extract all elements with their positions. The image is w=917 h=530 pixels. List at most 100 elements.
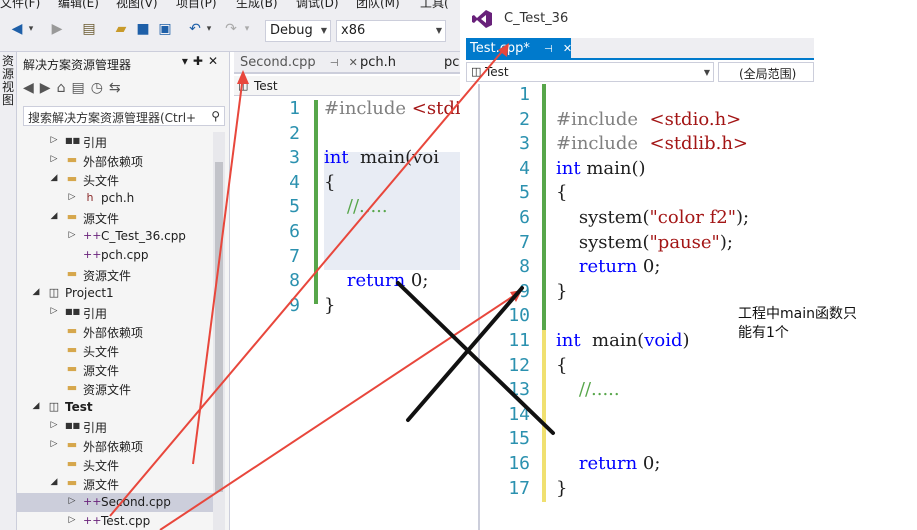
switch-views-icon[interactable]: ▤ [71,80,90,96]
tree-item[interactable]: ▷ ++ C_Test_36.cpp [17,227,213,246]
menu-file[interactable]: 文件(F) [0,0,40,11]
editor-tab-strip: Second.cpp ⊣ ✕ pch.h pcl [234,52,460,74]
code-line: //..... [556,379,620,401]
global-scope-select[interactable]: (全局范围) [718,62,814,82]
window-title: C_Test_36 [504,11,569,26]
collapse-arrow-icon[interactable]: ◢ [49,211,59,221]
back-dropdown-icon[interactable]: ▾ [22,20,40,38]
tab-pch-h[interactable]: pch.h [360,55,396,70]
save-all-icon[interactable]: ▣ [156,20,174,38]
open-folder-icon[interactable]: ▰ [112,20,130,38]
code-line: system("color f2"); [556,207,750,228]
menu-team[interactable]: 团队(M) [356,0,400,11]
tree-item[interactable]: ◢ ◫ Test [17,398,213,417]
save-icon[interactable]: ■ [134,20,152,38]
line-number: 7 [519,231,530,253]
tree-item-label: Project1 [65,286,114,300]
tree-item[interactable]: ▬ 外部依赖项 [17,322,213,341]
collapse-arrow-icon[interactable]: ◢ [49,173,59,183]
resource-view-tab[interactable]: 资源视图 [0,52,17,530]
menu-edit[interactable]: 编辑(E) [58,0,99,11]
line-number: 9 [519,280,530,302]
project-icon: ◫ [471,65,482,78]
tree-item[interactable]: ++ pch.cpp [17,246,213,265]
close-icon[interactable]: ✕ [563,42,572,55]
tree-item-label: 外部依赖项 [83,155,144,169]
explorer-search-input[interactable]: 搜索解决方案资源管理器(Ctrl+ ⚲ [23,106,225,126]
config-select[interactable]: Debug ▼ [265,20,331,42]
expand-arrow-icon[interactable]: ▷ [67,496,77,506]
tree-item[interactable]: ▬ 资源文件 [17,379,213,398]
code-line: //..... [324,196,388,218]
menu-project[interactable]: 项目(P) [176,0,217,11]
menu-tools[interactable]: 工具( [420,0,449,11]
line-number: 5 [519,182,530,204]
expand-arrow-icon[interactable]: ▷ [49,420,59,430]
tree-item[interactable]: ▬ 头文件 [17,341,213,360]
folder-icon: ▬ [66,457,78,470]
project-scope-select[interactable]: ◫ Test ▼ [466,62,714,82]
code-line: int main(voi [324,147,439,169]
tree-item[interactable]: ◢ ▬ 源文件 [17,474,213,493]
platform-select[interactable]: x86 ▼ [336,20,446,42]
nav-scope: Test [254,79,278,93]
tree-item-label: C_Test_36.cpp [101,229,186,243]
expand-arrow-icon[interactable]: ▷ [67,515,77,525]
editor-nav-bar[interactable]: ◫ Test [234,76,460,96]
home-icon[interactable]: ⌂ [57,80,72,96]
expand-arrow-icon[interactable]: ▷ [49,135,59,145]
close-icon[interactable]: ✕ [208,54,223,68]
pin-icon[interactable]: ⊣ [544,44,553,55]
redo-dropdown-icon[interactable]: ▾ [238,20,256,38]
tree-item[interactable]: ▷ h pch.h [17,189,213,208]
tree-item[interactable]: ▬ 源文件 [17,360,213,379]
scrollbar-thumb[interactable] [215,162,223,492]
close-icon[interactable]: ✕ [349,56,358,69]
forward-icon[interactable]: ▶ [48,20,66,38]
history-icon[interactable]: ◷ [91,80,109,96]
tree-item[interactable]: ▬ 资源文件 [17,265,213,284]
back-icon[interactable]: ◀ [23,80,40,96]
collapse-arrow-icon[interactable]: ◢ [31,287,41,297]
tree-item[interactable]: ▷ ++ Second.cpp [17,493,213,512]
tab-pch-cpp[interactable]: pcl [444,55,460,70]
tree-item[interactable]: ▷ ■■ 引用 [17,303,213,322]
tree-item[interactable]: ◢ ◫ Project1 [17,284,213,303]
expand-arrow-icon[interactable]: ▷ [49,306,59,316]
expand-arrow-icon[interactable]: ▷ [49,154,59,164]
tree-item[interactable]: ◢ ▬ 头文件 [17,170,213,189]
menu-view[interactable]: 视图(V) [116,0,158,11]
tree-item[interactable]: ▷ ▬ 外部依赖项 [17,436,213,455]
folder-icon: ▬ [66,324,78,337]
folder-icon: ▬ [66,381,78,394]
forward-icon[interactable]: ▶ [40,80,57,96]
expand-arrow-icon[interactable]: ▷ [49,439,59,449]
toolbar: ◀ ▾ ▶ ▤ ▰ ■ ▣ ↶ ▾ ↷ ▾ Debug ▼ x86 ▼ [0,12,460,52]
pin-icon[interactable]: ⊣ [330,58,339,69]
tree-item[interactable]: ▷ ++ Test.cpp [17,512,213,530]
tab-second-cpp[interactable]: Second.cpp ⊣ ✕ [240,55,358,70]
code-area[interactable]: 1 2 3 4 5 6 7 8 9 #include <stdi int main(voi{ //.… [234,98,460,530]
expand-arrow-icon[interactable]: ▷ [67,192,77,202]
pin-icon[interactable]: ✚ [193,54,208,68]
expand-arrow-icon[interactable]: ▷ [67,230,77,240]
menu-dropdown-icon[interactable]: ▾ [182,54,193,68]
menu-build[interactable]: 生成(B) [236,0,278,11]
new-project-icon[interactable]: ▤ [80,20,98,38]
menu-debug[interactable]: 调试(D) [296,0,339,11]
annotation-note: 工程中main函数只 能有1个 [738,305,878,343]
cpp-file-icon: ++ [83,495,102,508]
collapse-arrow-icon[interactable]: ◢ [49,477,59,487]
tree-item-label: 引用 [83,307,108,321]
tree-item[interactable]: ▬ 头文件 [17,455,213,474]
tree-item[interactable]: ◢ ▬ 源文件 [17,208,213,227]
tree-item[interactable]: ▷ ▬ 外部依赖项 [17,151,213,170]
sync-icon[interactable]: ⇆ [109,80,127,96]
tab-test-cpp[interactable]: Test.cpp* ⊣ ✕ [466,38,572,60]
tree-item[interactable]: ▷ ■■ 引用 [17,417,213,436]
collapse-arrow-icon[interactable]: ◢ [31,401,41,411]
explorer-scrollbar[interactable] [213,132,225,530]
undo-dropdown-icon[interactable]: ▾ [200,20,218,38]
tree-item[interactable]: ▷ ■■ 引用 [17,132,213,151]
menu-bar: 文件(F) 编辑(E) 视图(V) 项目(P) 生成(B) 调试(D) 团队(M… [0,0,460,12]
